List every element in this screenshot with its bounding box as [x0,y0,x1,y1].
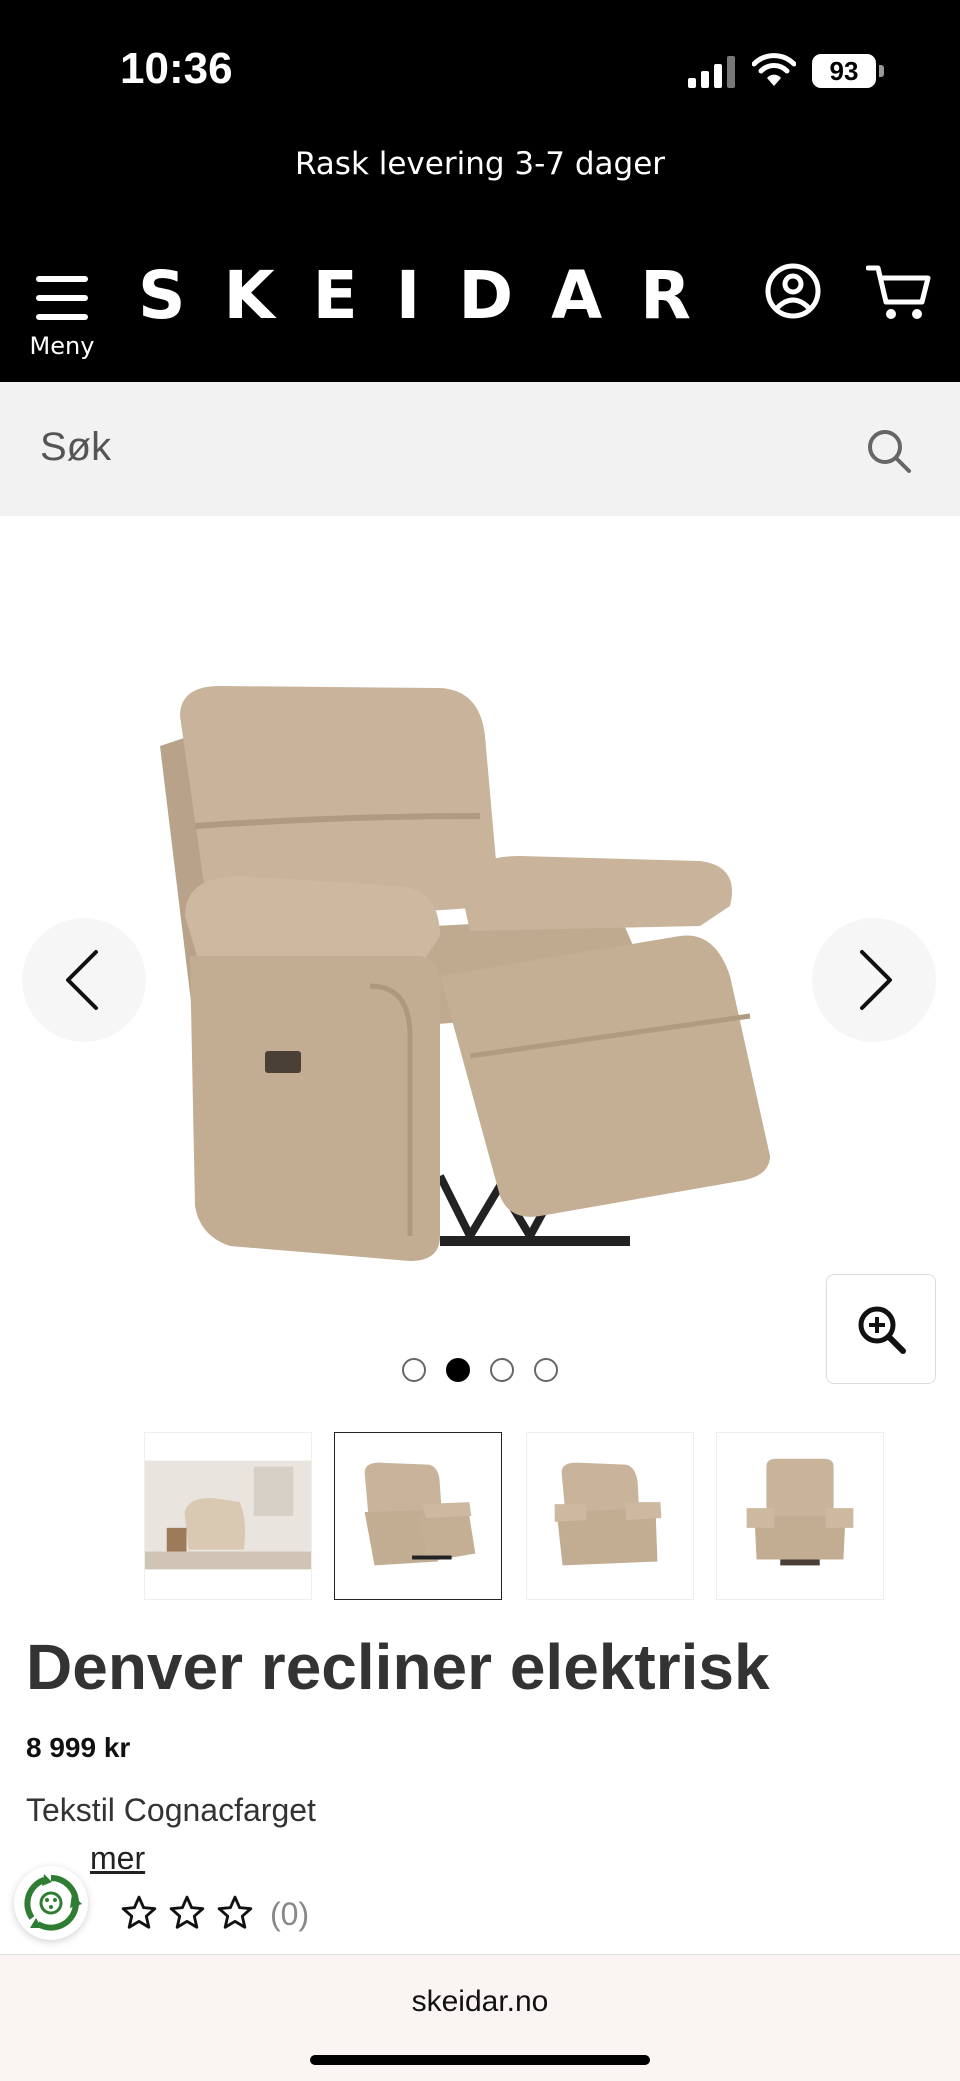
home-indicator [310,2055,650,2065]
battery-icon: 93 [812,54,884,88]
chevron-left-icon [66,950,98,1010]
thumbnail-room-scene[interactable] [144,1432,312,1600]
thumbnail-recliner-front[interactable] [716,1432,884,1600]
zoom-in-icon [858,1306,906,1354]
read-more-link[interactable]: mer [90,1840,145,1877]
gallery-dot-active[interactable] [446,1358,470,1382]
product-image[interactable] [140,676,820,1296]
cart-icon[interactable] [866,262,932,322]
skeidar-logo[interactable]: SKEIDAR [138,258,729,334]
gallery-dots [400,1358,560,1386]
product-variant: Tekstil Cognacfarget [26,1792,316,1828]
search-icon[interactable] [866,428,912,474]
star-icon [169,1895,205,1929]
url-text[interactable]: skeidar.no [0,1985,960,2019]
browser-url-bar[interactable]: skeidar.no [0,1954,960,2081]
thumbnail-strip [0,1432,960,1602]
promo-banner[interactable]: Rask levering 3-7 dager [0,130,960,230]
menu-button[interactable]: Meny [24,266,100,366]
review-count[interactable]: (0) [270,1896,309,1933]
thumbnail-recliner-angle[interactable] [526,1432,694,1600]
thumbnail-recliner-reclined[interactable] [334,1432,502,1600]
wifi-icon [752,53,796,86]
signal-icon [688,56,735,88]
product-gallery [0,516,960,1416]
star-icon [121,1895,157,1929]
zoom-button[interactable] [826,1274,936,1384]
battery-level: 93 [812,54,876,88]
status-time: 10:36 [120,44,233,93]
search-bar [0,382,960,516]
search-input[interactable] [40,412,820,482]
gallery-dot[interactable] [490,1358,514,1382]
product-price: 8 999 kr [26,1732,131,1763]
eco-badge[interactable] [14,1866,88,1940]
gallery-dot[interactable] [534,1358,558,1382]
gallery-dot[interactable] [402,1358,426,1382]
account-icon[interactable] [764,262,822,320]
recycle-icon [24,1874,82,1931]
product-title: Denver recliner elektrisk [26,1631,770,1703]
battery-tip [879,65,884,77]
chevron-right-icon [860,950,892,1010]
menu-label: Meny [29,332,95,360]
menu-icon [36,276,88,320]
status-bar: 10:36 93 [0,0,960,130]
gallery-next-button[interactable] [812,918,936,1042]
gallery-prev-button[interactable] [22,918,146,1042]
star-icon [217,1895,253,1929]
